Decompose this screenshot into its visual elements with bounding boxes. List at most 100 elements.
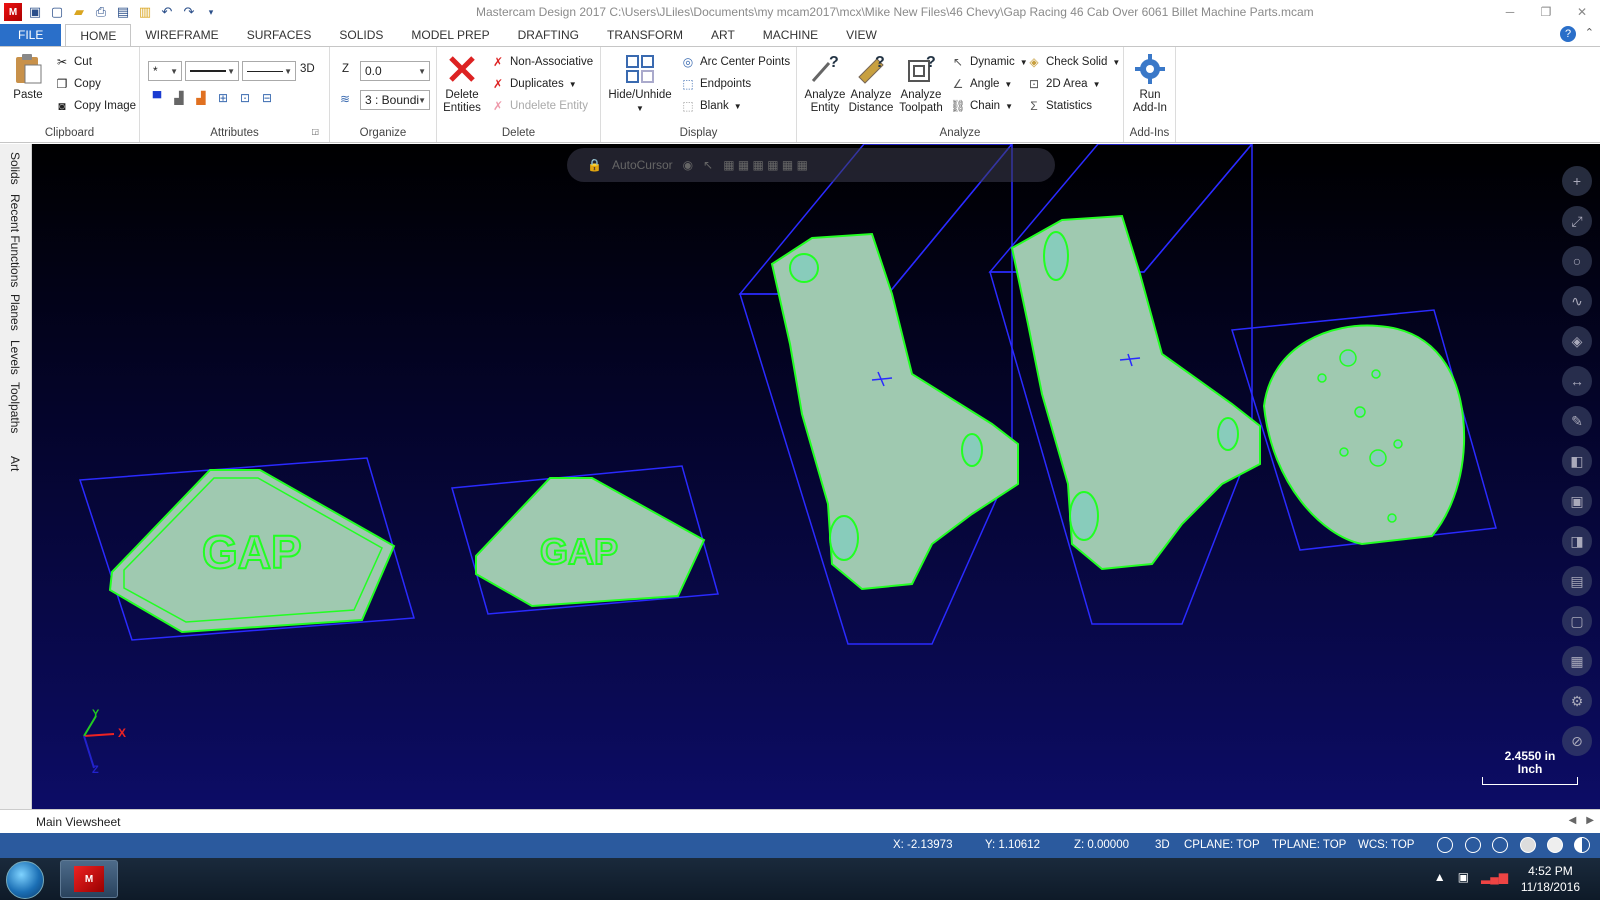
sphere-shaded-icon[interactable] [1547, 837, 1563, 853]
tab-art[interactable]: ART [697, 24, 749, 46]
tab-machine[interactable]: MACHINE [749, 24, 832, 46]
help-icon[interactable]: ? [1560, 26, 1576, 42]
hide-unhide-button[interactable]: Hide/Unhide ▼ [607, 53, 673, 115]
dimension-icon[interactable]: ↔ [1562, 366, 1592, 396]
solid-color-icon[interactable]: ▟ [172, 91, 186, 105]
tab-drafting[interactable]: DRAFTING [504, 24, 593, 46]
side-tab-planes[interactable]: Planes [8, 294, 22, 331]
network-device-icon[interactable]: ▣ [1458, 870, 1469, 884]
selection-mode-icons[interactable]: ▦ ▦ ▦ ▦ ▦ ▦ [723, 158, 808, 172]
dynamic-button[interactable]: ↖ Dynamic ▼ [951, 55, 1028, 69]
run-addin-button[interactable]: Run Add-In [1128, 53, 1172, 115]
delete-entities-button[interactable]: Delete Entities [441, 53, 483, 115]
new-file-icon[interactable]: ▢ [48, 3, 66, 21]
side-tab-recent-functions[interactable]: Recent Functions [8, 194, 22, 287]
lock-icon[interactable]: 🔒 [587, 158, 602, 172]
main-viewsheet-tab[interactable]: Main Viewsheet [30, 813, 127, 831]
cut-button[interactable]: ✂ Cut [55, 55, 92, 69]
scroll-left-icon[interactable]: ◀ [1569, 815, 1577, 826]
tab-surfaces[interactable]: SURFACES [233, 24, 326, 46]
bracket-part-2[interactable] [988, 144, 1261, 625]
surface-icon[interactable]: ◧ [1562, 446, 1592, 476]
translucency-icon[interactable] [1574, 837, 1590, 853]
paste-button[interactable]: Paste [8, 53, 48, 102]
fit-icon[interactable]: ⤢ [1562, 206, 1592, 236]
status-cplane[interactable]: CPLANE: TOP [1184, 839, 1260, 851]
clear-color-icon[interactable]: ⊟ [260, 91, 274, 105]
autocursor-label[interactable]: AutoCursor [612, 158, 673, 172]
attributes-launcher-icon[interactable]: ◲ [311, 127, 319, 136]
side-tab-solids[interactable]: Solids [8, 152, 22, 185]
merge-icon[interactable]: ▥ [136, 3, 154, 21]
chain-button[interactable]: ⛓ Chain ▼ [950, 99, 1013, 113]
collapse-ribbon-icon[interactable]: ⌃ [1585, 26, 1594, 39]
status-wcs[interactable]: WCS: TOP [1358, 839, 1414, 851]
analyze-entity-button[interactable]: ? Analyze Entity [803, 53, 847, 115]
non-associative-button[interactable]: ✗ Non-Associative [491, 55, 593, 69]
set-all-icon[interactable]: ⊞ [216, 91, 230, 105]
line-width-select[interactable]: ▼ [242, 61, 296, 81]
snap-point-icon[interactable]: ◉ [683, 158, 693, 172]
duplicates-button[interactable]: ✗ Duplicates ▼ [491, 77, 577, 91]
blank-button[interactable]: ⬚ Blank ▼ [681, 99, 741, 113]
save-as-icon[interactable]: ▤ [114, 3, 132, 21]
logo-plate-small[interactable]: GAP [451, 465, 719, 615]
plane-icon[interactable]: ▢ [1562, 606, 1592, 636]
analyze-toolpath-button[interactable]: ? Analyze Toolpath [895, 53, 947, 115]
surface-color-icon[interactable]: ▟ [194, 91, 208, 105]
tab-wireframe[interactable]: WIREFRAME [131, 24, 232, 46]
circle-select-icon[interactable]: ○ [1562, 246, 1592, 276]
graphics-viewport[interactable]: GAP GAP X Y Z 🔒 AutoCursor ◉ ↖ ▦ ▦ ▦ ▦ ▦… [32, 144, 1600, 809]
arc-center-points-button[interactable]: ◎ Arc Center Points [681, 55, 790, 69]
solid-box-icon[interactable]: ▣ [1562, 486, 1592, 516]
tab-model-prep[interactable]: MODEL PREP [397, 24, 503, 46]
undo-icon[interactable]: ↶ [158, 3, 176, 21]
shaded-icon[interactable]: ◨ [1562, 526, 1592, 556]
show-hidden-icons-icon[interactable]: ▲ [1434, 870, 1446, 884]
curve-icon[interactable]: ∿ [1562, 286, 1592, 316]
wireframe-color-icon[interactable]: ▀ [150, 91, 164, 105]
restore-button[interactable]: ❐ [1528, 0, 1564, 24]
status-tplane[interactable]: TPLANE: TOP [1272, 839, 1346, 851]
globe-wireframe-icon[interactable] [1437, 837, 1453, 853]
z-depth-input[interactable]: 0.0 ▼ [360, 61, 430, 81]
statistics-button[interactable]: Σ Statistics [1027, 99, 1092, 113]
tab-transform[interactable]: TRANSFORM [593, 24, 697, 46]
side-tab-art[interactable]: Art [8, 456, 22, 471]
angle-button[interactable]: ∠ Angle ▼ [951, 77, 1013, 91]
sphere-icon[interactable] [1520, 837, 1536, 853]
analyze-distance-button[interactable]: ? Analyze Distance [849, 53, 894, 115]
grid-icon[interactable]: ▦ [1562, 646, 1592, 676]
logo-plate-large[interactable]: GAP [78, 457, 415, 641]
tool-icon[interactable]: ✎ [1562, 406, 1592, 436]
open-folder-icon[interactable]: ▰ [70, 3, 88, 21]
print-icon[interactable]: ⎙ [92, 3, 110, 21]
copy-button[interactable]: ❐ Copy [55, 77, 101, 91]
bracket-part-1[interactable] [738, 144, 1019, 645]
point-style-select[interactable]: * ▼ [148, 61, 182, 81]
copy-image-button[interactable]: ◙ Copy Image [55, 99, 136, 113]
side-tab-toolpaths[interactable]: Toolpaths [8, 382, 22, 433]
autocursor-toolbar[interactable]: 🔒 AutoCursor ◉ ↖ ▦ ▦ ▦ ▦ ▦ ▦ [567, 148, 1055, 182]
select-icon[interactable]: ↖ [703, 158, 713, 172]
undelete-entity-button[interactable]: ✗ Undelete Entity [491, 99, 588, 113]
line-style-select[interactable]: ▼ [185, 61, 239, 81]
start-button[interactable] [6, 861, 44, 899]
tab-home[interactable]: HOME [65, 24, 132, 46]
set-main-icon[interactable]: ⊡ [238, 91, 252, 105]
endpoints-button[interactable]: ⬚ Endpoints [681, 77, 751, 91]
mastercam-logo-icon[interactable]: M [4, 3, 22, 21]
redo-icon[interactable]: ↷ [180, 3, 198, 21]
round-plate[interactable] [1231, 309, 1497, 551]
system-clock[interactable]: 4:52 PM 11/18/2016 [1521, 863, 1580, 895]
globe-shaded-icon[interactable] [1492, 837, 1508, 853]
scroll-right-icon[interactable]: ▶ [1586, 815, 1594, 826]
signal-icon[interactable]: ▂▄▆ [1481, 870, 1508, 884]
side-tab-levels[interactable]: Levels [8, 340, 22, 375]
area-2d-button[interactable]: ⊡ 2D Area ▼ [1027, 77, 1101, 91]
minimize-button[interactable]: ─ [1492, 0, 1528, 24]
status-mode[interactable]: 3D [1155, 839, 1170, 851]
close-button[interactable]: ✕ [1564, 0, 1600, 24]
zoom-in-icon[interactable]: + [1562, 166, 1592, 196]
mode-3d-toggle[interactable]: 3D [300, 63, 315, 75]
